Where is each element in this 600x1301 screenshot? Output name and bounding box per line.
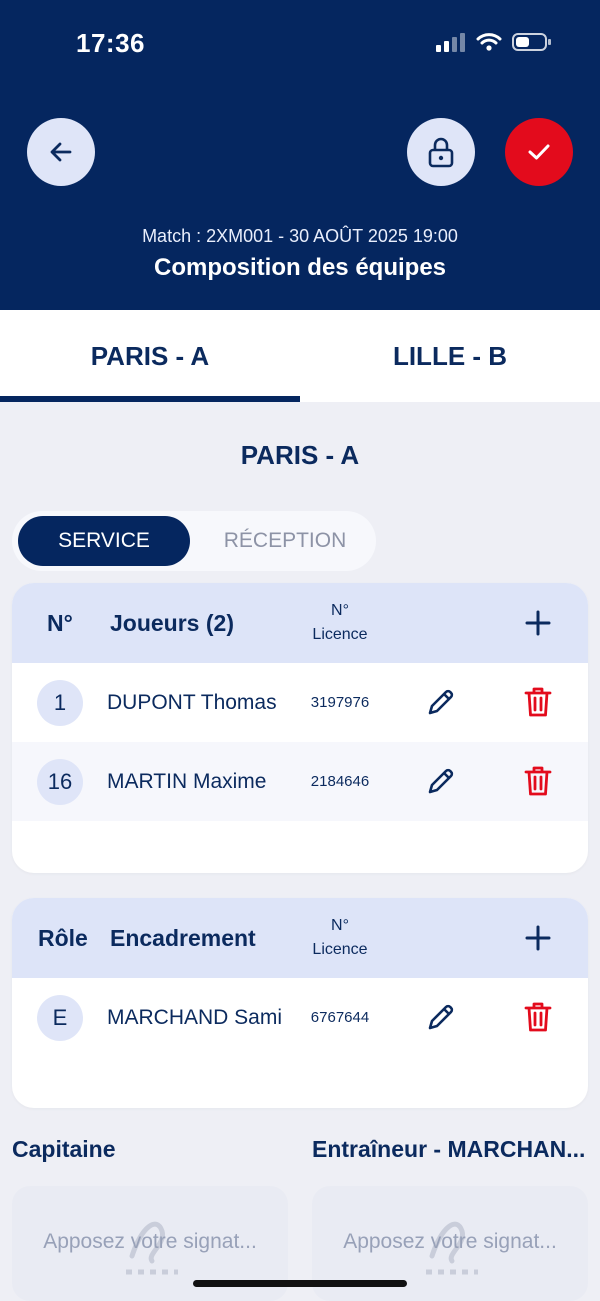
wifi-icon <box>476 33 502 51</box>
delete-staff-button[interactable] <box>524 1001 552 1033</box>
staff-title: Encadrement <box>110 925 256 951</box>
active-tab-indicator <box>0 396 300 402</box>
staff-header: Rôle Encadrement N° Licence <box>12 898 588 978</box>
staff-card: Rôle Encadrement N° Licence E MARCHAND S… <box>12 898 588 1108</box>
lock-icon <box>428 137 454 168</box>
tab-team-a[interactable]: PARIS - A <box>0 310 300 402</box>
staff-row: E MARCHAND Sami 6767644 <box>12 978 588 1057</box>
home-indicator <box>193 1280 407 1287</box>
service-reception-toggle: SERVICE RÉCEPTION <box>12 511 376 571</box>
service-option[interactable]: SERVICE <box>18 516 190 566</box>
staff-name: MARCHAND Sami <box>107 1005 283 1029</box>
staff-licence: 6767644 <box>310 1009 370 1026</box>
coach-signature-label: Entraîneur - MARCHAN... <box>312 1136 586 1162</box>
player-name: DUPONT Thomas <box>107 690 277 714</box>
tab-team-b[interactable]: LILLE - B <box>300 310 600 402</box>
team-tabs: PARIS - A LILLE - B <box>0 310 600 402</box>
arrow-left-icon <box>50 142 72 162</box>
page-title: Composition des équipes <box>153 254 447 281</box>
add-staff-button[interactable] <box>524 924 552 952</box>
players-title: Joueurs (2) <box>110 610 234 636</box>
players-header: N° Joueurs (2) N° Licence <box>12 583 588 663</box>
check-icon <box>528 144 550 160</box>
players-card: N° Joueurs (2) N° Licence 1 DUPONT Thoma… <box>12 583 588 873</box>
status-time: 17:36 <box>76 28 145 58</box>
edit-staff-button[interactable] <box>425 1001 457 1033</box>
col-role-header: Rôle <box>38 925 88 951</box>
signature-placeholder: Apposez votre signat... <box>343 1230 557 1253</box>
staff-role: E <box>37 995 83 1041</box>
battery-icon <box>512 33 551 51</box>
player-row: 1 DUPONT Thomas 3197976 <box>12 663 588 742</box>
header: 17:36 Match: 2XM001 - 30 AOÛT 2025 19:0… <box>0 0 600 310</box>
col-licence-header: N° Licence <box>312 602 368 643</box>
confirm-button[interactable] <box>505 118 573 186</box>
team-heading: PARIS - A <box>240 440 360 470</box>
player-number: 1 <box>37 680 83 726</box>
reception-option[interactable]: RÉCEPTION <box>194 516 376 566</box>
delete-player-button[interactable] <box>524 765 552 797</box>
player-number: 16 <box>37 759 83 805</box>
status-icons <box>436 32 552 52</box>
delete-player-button[interactable] <box>524 686 552 718</box>
edit-player-button[interactable] <box>425 686 457 718</box>
player-licence: 2184646 <box>310 773 370 790</box>
player-name: MARTIN Maxime <box>107 769 267 793</box>
col-number-header: N° <box>47 610 73 636</box>
player-row: 16 MARTIN Maxime 2184646 <box>12 742 588 821</box>
col-licence-header: N° Licence <box>312 917 368 958</box>
add-player-button[interactable] <box>524 609 552 637</box>
lock-button[interactable] <box>407 118 475 186</box>
player-licence: 3197976 <box>310 694 370 711</box>
captain-signature-label: Capitaine <box>12 1136 116 1162</box>
match-info: Match : 2XM001 - 30 AOÛT 2025 19:00 <box>142 226 458 246</box>
signature-placeholder: Apposez votre signat... <box>43 1230 257 1253</box>
back-button[interactable] <box>27 118 95 186</box>
edit-player-button[interactable] <box>425 765 457 797</box>
signal-icon <box>436 33 465 52</box>
